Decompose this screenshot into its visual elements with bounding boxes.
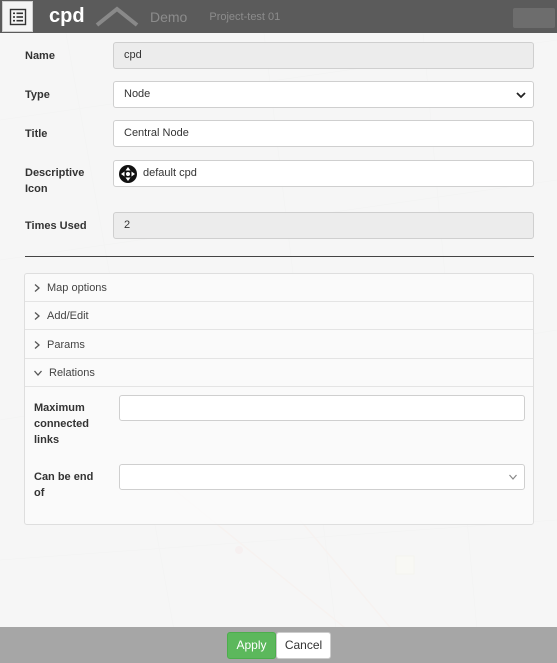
- chevron-down-icon: [516, 92, 526, 99]
- background-logo: [95, 6, 139, 27]
- title-label: Title: [25, 128, 48, 140]
- accordion-map-options[interactable]: Map options: [25, 274, 533, 302]
- chevron-right-icon: [34, 311, 40, 320]
- accordion-params[interactable]: Params: [25, 331, 533, 359]
- max-links-input[interactable]: [119, 395, 525, 421]
- chevron-down-icon: [34, 370, 42, 376]
- chevron-down-icon: [509, 474, 517, 480]
- times-used-field[interactable]: 2: [113, 212, 534, 239]
- descriptive-icon-value: default cpd: [143, 167, 197, 179]
- max-links-label: Maximum connected links: [34, 402, 90, 446]
- accordion-params-label: Params: [47, 338, 85, 351]
- apply-button[interactable]: Apply: [227, 632, 276, 659]
- cpd-node-icon: [119, 164, 137, 183]
- descriptive-icon-label: Descriptive Icon: [25, 167, 85, 195]
- accordion-map-options-label: Map options: [47, 281, 107, 294]
- accordion-add-edit[interactable]: Add/Edit: [25, 302, 533, 330]
- dialog-title: cpd: [49, 5, 85, 27]
- background-tab-demo: Demo: [150, 8, 188, 25]
- title-input[interactable]: Central Node: [113, 120, 534, 147]
- dialog-footer: Apply Cancel: [0, 627, 557, 663]
- name-label: Name: [25, 50, 55, 62]
- type-select[interactable]: Node: [113, 81, 534, 108]
- divider: [25, 256, 534, 257]
- cancel-button[interactable]: Cancel: [276, 632, 331, 659]
- type-label: Type: [25, 89, 50, 101]
- relations-panel: Maximum connected links Can be end of: [25, 387, 533, 524]
- chevron-right-icon: [34, 340, 40, 349]
- background-tabs: Demo Project-test 01: [150, 0, 280, 33]
- accordion-relations[interactable]: Relations: [25, 359, 533, 387]
- background-tab-project: Project-test 01: [209, 10, 281, 23]
- accordion-add-edit-label: Add/Edit: [47, 309, 89, 322]
- chevron-right-icon: [34, 283, 40, 292]
- type-select-value: Node: [124, 88, 151, 100]
- background-button: [513, 8, 555, 28]
- title-bar: Demo Project-test 01 cpd: [0, 0, 557, 33]
- descriptive-icon-picker[interactable]: default cpd: [113, 160, 534, 187]
- list-icon: [2, 1, 33, 32]
- can-be-end-of-select[interactable]: [119, 464, 525, 490]
- accordion-relations-label: Relations: [49, 366, 95, 379]
- can-be-end-of-label: Can be end of: [34, 471, 94, 499]
- times-used-label: Times Used: [25, 220, 87, 232]
- options-accordion: Map options Add/Edit Params Relations Ma…: [24, 273, 534, 525]
- name-field[interactable]: cpd: [113, 42, 534, 69]
